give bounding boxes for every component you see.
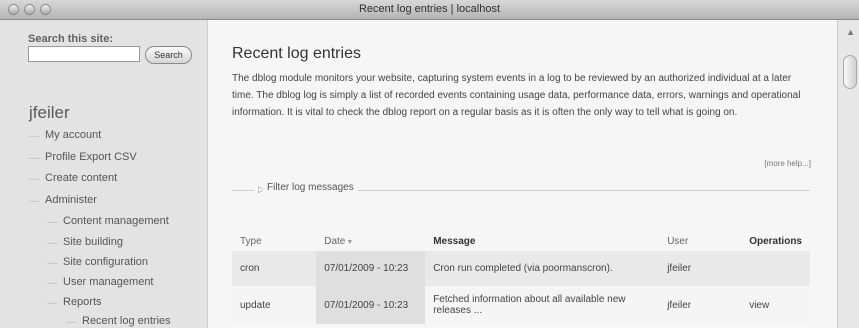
date-column-label: Date [324, 235, 346, 247]
nav-bullet-icon: — [47, 298, 57, 310]
sidebar-item-label: Create content [45, 172, 118, 184]
type-column-header[interactable]: Type [232, 231, 316, 251]
sidebar-item-site-configuration[interactable]: — Site configuration [47, 256, 148, 270]
sort-down-icon: ▼ [346, 238, 354, 246]
sidebar-item-user-management[interactable]: — User management [47, 276, 154, 290]
nav-bullet-icon: — [47, 278, 57, 290]
sidebar-item-label: Site building [63, 236, 123, 248]
scroll-thumb[interactable] [843, 55, 857, 89]
date-column-header[interactable]: Date▼ [316, 231, 425, 251]
sidebar-item-label: My account [45, 129, 102, 141]
sidebar-item-content-management[interactable]: — Content management [47, 215, 169, 229]
log-type: cron [240, 263, 260, 274]
sidebar-item-reports[interactable]: — Reports [47, 296, 102, 310]
nav-bullet-icon: — [66, 317, 76, 328]
message-column-header: Message [433, 235, 476, 247]
sidebar-item-profile-export-csv[interactable]: — Profile Export CSV [29, 151, 137, 165]
sidebar-item-create-content[interactable]: — Create content [29, 172, 118, 186]
window-titlebar: Recent log entries | localhost [0, 0, 859, 20]
sidebar-item-label: Profile Export CSV [45, 151, 137, 163]
sidebar-item-label: Site configuration [63, 256, 148, 268]
user-column-header[interactable]: User [659, 231, 741, 251]
search-button[interactable]: Search [145, 46, 192, 64]
window-title: Recent log entries | localhost [358, 3, 501, 15]
nav-bullet-icon: — [29, 131, 39, 143]
nav-bullet-icon: — [47, 258, 57, 270]
log-message[interactable]: Cron run completed (via poormanscron). [425, 251, 659, 286]
sidebar-item-label: Content management [63, 215, 169, 227]
sidebar-item-label: Administer [45, 194, 97, 206]
sidebar-item-label: Reports [63, 296, 102, 308]
log-date: 07/01/2009 - 10:23 [316, 251, 426, 286]
sidebar-item-label: Recent log entries [82, 315, 171, 327]
operations-column-header: Operations [749, 235, 802, 247]
sidebar-item-administer[interactable]: — Administer [29, 194, 97, 208]
table-row: cron 07/01/2009 - 10:23 Cron run complet… [232, 251, 810, 286]
page-title: Recent log entries [232, 45, 361, 62]
table-row: update 07/01/2009 - 10:23 Fetched inform… [232, 286, 810, 324]
nav-bullet-icon: — [29, 153, 39, 165]
nav-bullet-icon: — [29, 196, 39, 208]
sidebar-item-recent-log-entries[interactable]: — Recent log entries [66, 315, 171, 328]
log-type: update [240, 299, 271, 311]
log-table: Type Date▼ Message User Operations cron … [232, 231, 810, 324]
search-title: Search this site: [28, 33, 113, 45]
log-operations [741, 251, 810, 286]
log-user[interactable]: jfeiler [659, 286, 741, 324]
nav-bullet-icon: — [47, 238, 57, 250]
table-header-row: Type Date▼ Message User Operations [232, 231, 810, 251]
sidebar-item-my-account[interactable]: — My account [29, 129, 102, 143]
sidebar-item-site-building[interactable]: — Site building [47, 236, 123, 250]
nav-bullet-icon: — [29, 174, 39, 186]
scroll-up-icon[interactable]: ▲ [846, 27, 855, 37]
nav-bullet-icon: — [47, 217, 57, 229]
sidebar-user-name: jfeiler [29, 103, 70, 122]
browser-window: Recent log entries | localhost Search th… [0, 0, 859, 328]
sidebar-item-label: User management [63, 276, 154, 288]
log-date: 07/01/2009 - 10:23 [316, 286, 426, 324]
log-view-link[interactable]: view [741, 286, 810, 324]
filter-log-messages-link[interactable]: Filter log messages [263, 182, 358, 193]
log-message[interactable]: Fetched information about all available … [425, 286, 659, 324]
intro-text: The dblog module monitors your website, … [232, 73, 801, 118]
more-help-link[interactable]: [more help...] [764, 159, 811, 168]
search-input[interactable] [28, 46, 140, 62]
log-user[interactable]: jfeiler [659, 251, 741, 286]
